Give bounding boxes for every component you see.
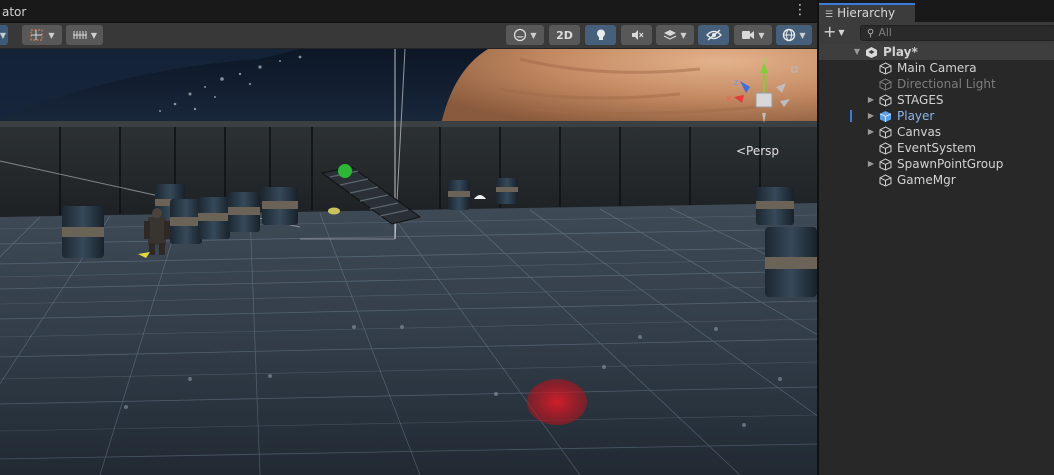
tree-item-label: GameMgr (897, 173, 956, 187)
expand-arrow-icon[interactable]: ▶ (866, 92, 876, 108)
increment-snap-button[interactable]: ▼ (66, 25, 103, 45)
tree-item-directional-light[interactable]: Directional Light (819, 76, 1054, 92)
tree-item-label: Main Camera (897, 61, 977, 75)
more-options-icon[interactable]: ⋮ (793, 2, 807, 18)
gameobject-cube-icon (879, 126, 892, 139)
chevron-down-icon: ▼ (48, 30, 55, 40)
tree-item-label: Canvas (897, 125, 942, 139)
tree-item-spawn-point-group[interactable]: ▶ SpawnPointGroup (819, 156, 1054, 172)
y-axis-cone-icon[interactable] (760, 63, 768, 73)
orientation-gizmo[interactable]: y x z (724, 57, 804, 129)
chevron-down-icon: ▼ (90, 30, 98, 40)
hierarchy-tab-label: Hierarchy (837, 6, 896, 20)
increment-snap-icon (72, 31, 87, 39)
expand-arrow-icon[interactable]: ▶ (866, 124, 876, 140)
tree-item-game-mgr[interactable]: GameMgr (819, 172, 1054, 188)
tree-item-label: Player (897, 109, 935, 123)
scene-tab[interactable]: ator (0, 0, 26, 22)
tree-item-stages[interactable]: ▶ STAGES (819, 92, 1054, 108)
z-axis-cone-icon[interactable] (740, 81, 750, 93)
prefab-override-marker (850, 110, 852, 122)
tree-item-play-scene[interactable]: ▼ Play* (819, 44, 1054, 60)
audio-mute-icon (631, 30, 643, 40)
tool-handle-button[interactable]: ▼ (0, 25, 8, 45)
y-axis-label: y (762, 57, 768, 64)
chevron-down-icon: ▼ (799, 30, 806, 40)
yellow-marker (328, 207, 340, 215)
tree-item-canvas[interactable]: ▶ Canvas (819, 124, 1054, 140)
hierarchy-toolbar: + ▼ ⚲ All (819, 22, 1054, 45)
unity-scene-icon (866, 47, 877, 58)
scene-viewport[interactable]: y x z <Persp (0, 49, 817, 475)
scene-render (0, 49, 817, 475)
z-axis-label: z (734, 78, 739, 88)
search-icon: ⚲ (867, 28, 875, 39)
green-spawn-marker (338, 164, 352, 178)
tree-item-label: Play* (883, 45, 918, 59)
tree-item-main-camera[interactable]: Main Camera (819, 60, 1054, 76)
shading-sphere-icon (514, 28, 527, 42)
chevron-down-icon: ▼ (530, 30, 537, 40)
hierarchy-tab[interactable]: ☰ Hierarchy (819, 3, 915, 22)
search-placeholder: All (878, 26, 892, 39)
tree-item-label: SpawnPointGroup (897, 157, 1004, 171)
tree-item-label: STAGES (897, 93, 944, 107)
camera-settings-button[interactable]: ▼ (734, 25, 772, 45)
scene-toolbar: ▼ ▼ ▼ ▼ 2D ▼ ▼ ▼ (0, 23, 817, 49)
lock-icon[interactable] (791, 66, 798, 73)
effects-layers-icon (664, 30, 677, 40)
scene-view-panel: ator ⋮ ▼ ▼ ▼ ▼ 2D ▼ ▼ ▼ y x z <Persp (0, 0, 817, 475)
prefab-cube-icon (879, 111, 892, 122)
hierarchy-panel: ☰ Hierarchy + ▼ ⚲ All ▼ Play* Main Camera D… (819, 0, 1054, 475)
draw-mode-button[interactable]: ▼ (506, 25, 544, 45)
gizmos-button[interactable]: ▼ (776, 25, 812, 45)
gizmo-globe-icon (783, 28, 796, 42)
hierarchy-list-icon: ☰ (825, 10, 834, 20)
gameobject-cube-icon (879, 62, 892, 75)
gameobject-cube-icon (879, 158, 892, 171)
x-axis-label: x (726, 94, 732, 104)
effects-button[interactable]: ▼ (656, 25, 694, 45)
x-axis-cone-icon[interactable] (734, 95, 744, 103)
tree-item-label: Directional Light (897, 77, 996, 91)
expand-arrow-icon[interactable]: ▼ (852, 44, 862, 60)
gameobject-cube-icon (879, 142, 892, 155)
scene-lighting-button[interactable] (585, 25, 616, 45)
hidden-eye-icon (705, 29, 722, 41)
hierarchy-tab-bar: ☰ Hierarchy (819, 0, 1054, 22)
grid-snap-icon (30, 29, 44, 41)
tree-item-label: EventSystem (897, 141, 977, 155)
tree-item-event-system[interactable]: EventSystem (819, 140, 1054, 156)
scene-audio-button[interactable] (621, 25, 652, 45)
grid-snapping-button[interactable]: ▼ (22, 25, 62, 45)
create-object-button[interactable]: + ▼ (823, 23, 845, 42)
hierarchy-search-input[interactable]: ⚲ All (860, 25, 1054, 41)
chevron-down-icon: ▼ (0, 30, 7, 40)
gameobject-cube-icon (879, 78, 892, 91)
gameobject-cube-icon (879, 174, 892, 187)
tree-item-player[interactable]: ▶ Player (819, 108, 1054, 124)
gameobject-cube-icon (879, 94, 892, 107)
chevron-down-icon: ▼ (680, 30, 687, 40)
2d-mode-button[interactable]: 2D (549, 25, 580, 45)
lightbulb-icon (596, 29, 605, 40)
plus-icon: + (823, 22, 837, 41)
expand-arrow-icon[interactable]: ▶ (866, 156, 876, 172)
perspective-toggle[interactable]: <Persp (736, 144, 779, 158)
red-target-marker (527, 379, 587, 425)
chevron-down-icon: ▼ (838, 27, 845, 37)
scene-tab-bar: ator ⋮ (0, 0, 817, 23)
expand-arrow-icon[interactable]: ▶ (866, 108, 876, 124)
chevron-down-icon: ▼ (758, 30, 765, 40)
scene-visibility-button[interactable] (698, 25, 729, 45)
camera-icon (742, 31, 755, 39)
